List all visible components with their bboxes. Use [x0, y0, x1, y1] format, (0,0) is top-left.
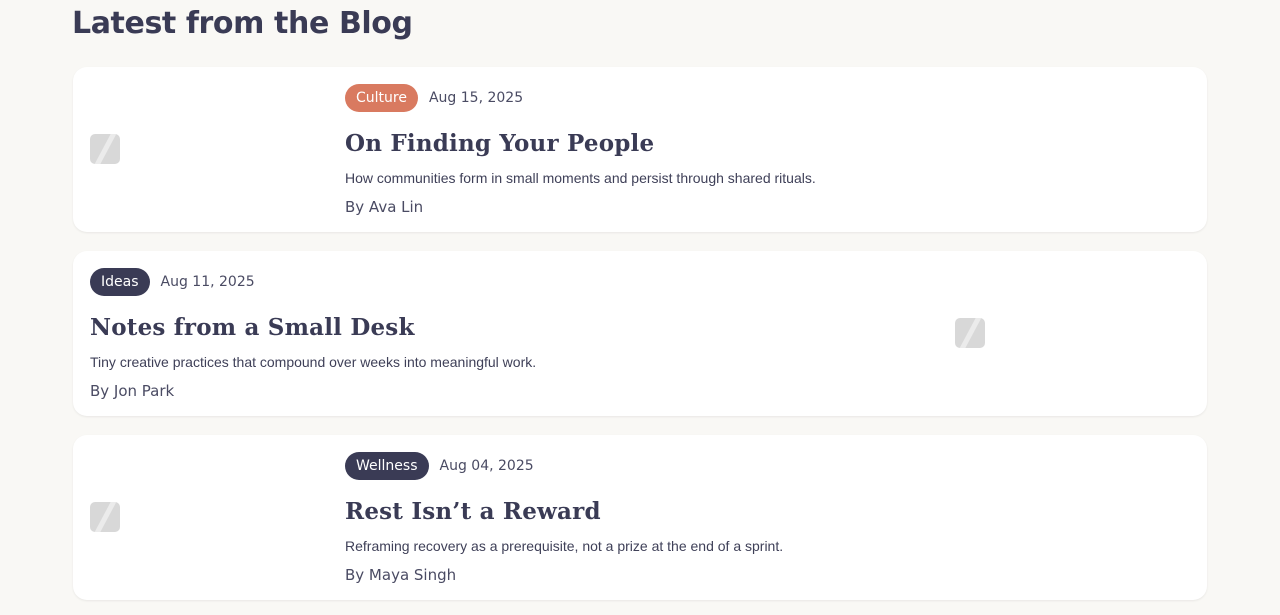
- blog-post-card[interactable]: Ideas Aug 11, 2025 Notes from a Small De…: [73, 251, 1207, 416]
- post-author: By Maya Singh: [345, 566, 457, 584]
- post-author: By Jon Park: [90, 382, 175, 400]
- post-meta: Culture Aug 15, 2025: [345, 84, 523, 112]
- post-summary: Tiny creative practices that compound ov…: [90, 354, 537, 370]
- post-meta: Wellness Aug 04, 2025: [345, 452, 534, 480]
- post-title[interactable]: Notes from a Small Desk: [90, 314, 415, 341]
- image-placeholder-icon[interactable]: [955, 318, 985, 348]
- blog-post-card[interactable]: Wellness Aug 04, 2025 Rest Isn’t a Rewar…: [73, 435, 1207, 600]
- category-tag[interactable]: Wellness: [345, 452, 429, 480]
- image-placeholder-icon[interactable]: [90, 502, 120, 532]
- post-summary: How communities form in small moments an…: [345, 170, 816, 186]
- post-title[interactable]: Rest Isn’t a Reward: [345, 498, 601, 525]
- post-summary: Reframing recovery as a prerequisite, no…: [345, 538, 784, 554]
- post-author: By Ava Lin: [345, 198, 424, 216]
- post-date: Aug 11, 2025: [160, 274, 255, 290]
- page-title: Latest from the Blog: [72, 6, 413, 41]
- post-date: Aug 15, 2025: [428, 90, 524, 106]
- blog-post-card[interactable]: Culture Aug 15, 2025 On Finding Your Peo…: [73, 67, 1207, 232]
- category-tag[interactable]: Culture: [345, 84, 418, 112]
- image-placeholder-icon[interactable]: [90, 134, 120, 164]
- category-tag[interactable]: Ideas: [90, 268, 150, 296]
- post-title[interactable]: On Finding Your People: [345, 130, 654, 157]
- post-date: Aug 04, 2025: [439, 458, 534, 474]
- post-meta: Ideas Aug 11, 2025: [90, 268, 255, 296]
